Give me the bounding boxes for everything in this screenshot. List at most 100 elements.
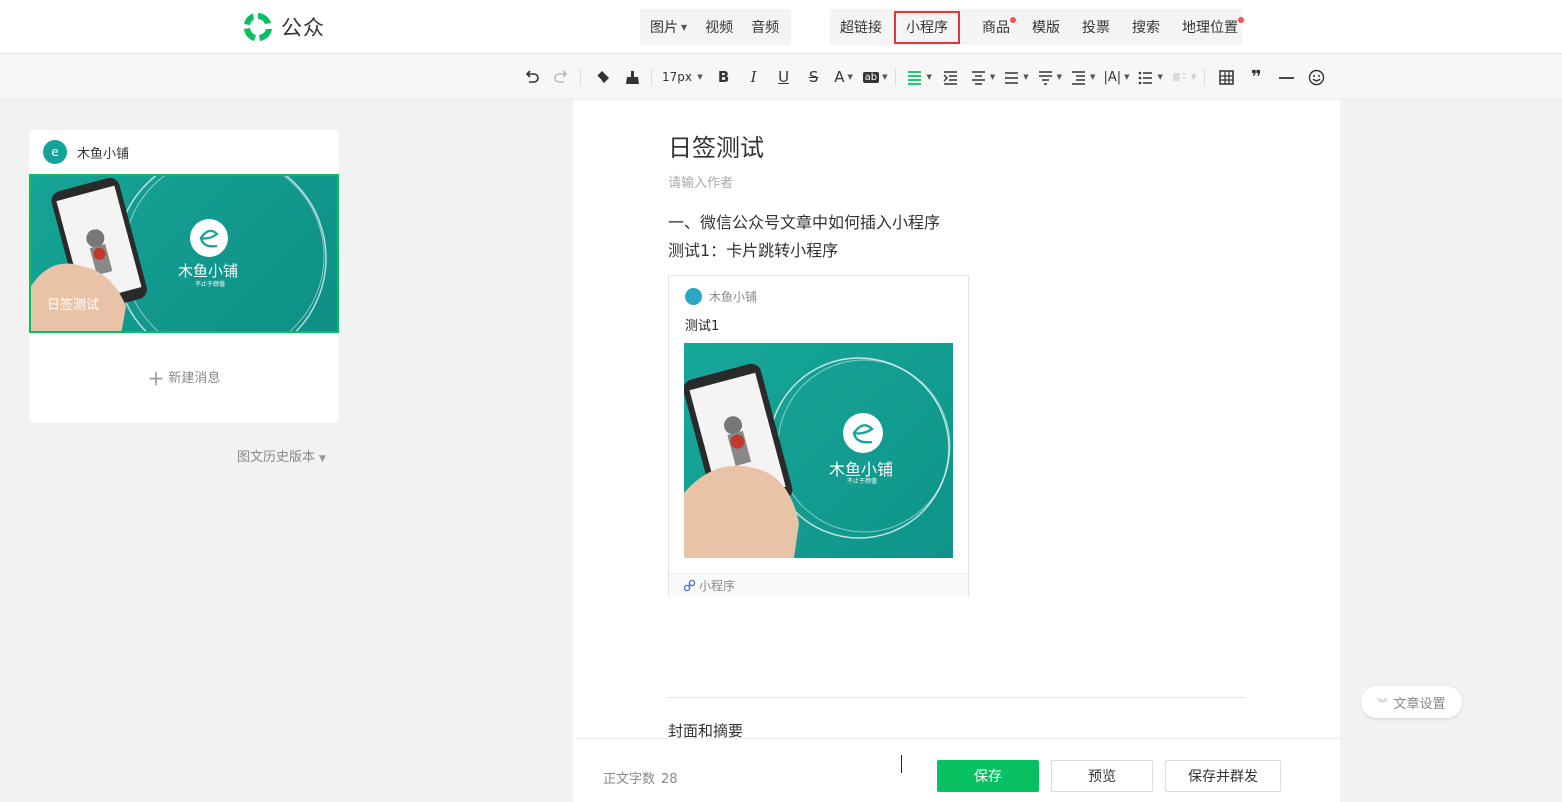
logo-text: 公众 xyxy=(281,16,325,40)
hyperlink-button[interactable]: 超链接 xyxy=(840,11,882,43)
mini-program-card[interactable]: 木鱼小铺 测试1 木鱼小铺 不止于颜值 小程序 xyxy=(668,275,969,597)
undo-button[interactable] xyxy=(520,65,542,89)
caret-down-icon: ▼ xyxy=(847,73,853,81)
image-button[interactable]: 图片 ▼ xyxy=(650,17,687,37)
list-button[interactable]: ▼ xyxy=(1137,65,1163,89)
bold-button[interactable]: B xyxy=(713,65,735,89)
align-center-button[interactable]: ▼ xyxy=(970,65,995,89)
account-name: 木鱼小铺 xyxy=(77,146,130,162)
redo-button[interactable] xyxy=(550,65,572,89)
strikethrough-button[interactable]: S xyxy=(803,65,825,89)
emoji-button[interactable] xyxy=(1305,65,1327,89)
text-indent-button[interactable]: ▼ xyxy=(1070,65,1095,89)
account-header: e 木鱼小铺 xyxy=(29,130,339,174)
product-button[interactable]: 商品 xyxy=(982,11,1016,43)
cover-brand: 木鱼小铺 xyxy=(178,262,239,280)
toolbar-separator xyxy=(895,68,897,86)
vote-button[interactable]: 投票 xyxy=(1082,11,1110,43)
text-indent-icon xyxy=(1072,70,1086,85)
mini-program-title: 测试1 xyxy=(685,319,720,334)
message-list-card: e 木鱼小铺 日签测试 木鱼小铺 不止于颜值 + 新建消息 xyxy=(29,130,339,423)
save-button[interactable]: 保存 xyxy=(937,760,1039,792)
new-dot-badge xyxy=(1238,17,1244,23)
redo-icon xyxy=(553,69,567,83)
template-label: 模版 xyxy=(1032,20,1060,36)
caret-down-icon: ▼ xyxy=(989,73,996,81)
underline-button[interactable]: U xyxy=(773,65,795,89)
mini-program-button[interactable]: 小程序 xyxy=(894,10,960,44)
letter-spacing-icon: |A| xyxy=(1103,69,1122,85)
bottom-action-bar: 正文字数 28 保存 预览 保存并群发 xyxy=(573,738,1340,802)
vote-label: 投票 xyxy=(1082,20,1110,36)
article-title[interactable]: 日签测试 xyxy=(668,128,764,163)
caret-down-icon: ▼ xyxy=(695,73,703,81)
hyperlink-label: 超链接 xyxy=(840,20,882,36)
caret-down-icon: ▼ xyxy=(1023,73,1029,81)
audio-button[interactable]: 音频 xyxy=(751,17,779,37)
article-cover-item[interactable]: 日签测试 木鱼小铺 不止于颜值 xyxy=(29,174,339,333)
search-label: 搜索 xyxy=(1132,20,1160,36)
location-label: 地理位置 xyxy=(1182,20,1238,36)
italic-button[interactable]: I xyxy=(743,65,765,89)
float-button[interactable]: ▼ xyxy=(1171,65,1196,89)
new-message-label: 新建消息 xyxy=(168,371,221,386)
font-size-select[interactable]: 17px ▼ xyxy=(662,65,703,89)
history-versions-dropdown[interactable]: 图文历史版本 ▼ xyxy=(237,446,326,465)
mini-program-avatar xyxy=(685,288,702,305)
toolbar-separator xyxy=(580,68,581,86)
article-editor[interactable]: 日签测试 请输入作者 一、微信公众号文章中如何插入小程序 测试1：卡片跳转小程序… xyxy=(573,100,1340,802)
caret-down-icon: ▼ xyxy=(926,73,932,81)
emoji-icon xyxy=(1308,69,1324,85)
image-label: 图片 xyxy=(650,20,678,36)
article-settings-label: 文章设置 xyxy=(1393,696,1446,712)
eraser-button[interactable] xyxy=(591,65,613,89)
caret-down-icon: ▼ xyxy=(319,454,326,464)
format-painter-button[interactable] xyxy=(621,65,643,89)
line-spacing-icon xyxy=(1005,71,1019,84)
caret-down-icon: ▼ xyxy=(681,22,688,32)
paragraph[interactable]: 测试1：卡片跳转小程序 xyxy=(668,237,838,261)
template-button[interactable]: 模版 xyxy=(1032,11,1060,43)
top-bar: 公众 图片 ▼ 视频 音频 超链接 小程序 商品 模版 投票 搜索 地理位置 xyxy=(0,0,1562,54)
indent-button[interactable] xyxy=(940,65,962,89)
video-button[interactable]: 视频 xyxy=(705,17,733,37)
cover-title: 日签测试 xyxy=(47,298,100,313)
line-height-button[interactable]: ▼ xyxy=(1003,65,1029,89)
section-divider xyxy=(668,697,1246,698)
word-count: 正文字数 28 xyxy=(603,768,678,787)
table-icon xyxy=(1219,69,1234,85)
font-color-button[interactable]: A ▼ xyxy=(833,65,855,89)
letter-spacing-button[interactable]: |A| ▼ xyxy=(1103,65,1129,89)
mini-program-name: 木鱼小铺 xyxy=(709,290,758,304)
align-justify-button[interactable]: ▼ xyxy=(906,65,932,89)
location-button[interactable]: 地理位置 xyxy=(1182,11,1244,43)
text-cursor xyxy=(901,755,902,773)
new-dot-badge xyxy=(1010,17,1016,23)
caret-down-icon: ▼ xyxy=(1190,73,1197,81)
paragraph-spacing-button[interactable]: ▼ xyxy=(1037,65,1062,89)
quote-button[interactable]: ❞ xyxy=(1245,65,1267,89)
logo: 公众 xyxy=(241,10,325,44)
background-color-button[interactable]: ab ▼ xyxy=(862,65,888,89)
highlight-icon: ab xyxy=(862,71,880,83)
author-input[interactable]: 请输入作者 xyxy=(668,172,733,191)
account-avatar: e xyxy=(43,140,67,164)
save-and-publish-button[interactable]: 保存并群发 xyxy=(1165,760,1281,792)
article-settings-button[interactable]: ︾ 文章设置 xyxy=(1361,686,1462,718)
paragraph-spacing-icon xyxy=(1038,70,1052,85)
preview-button[interactable]: 预览 xyxy=(1051,760,1153,792)
mini-program-image: 木鱼小铺 不止于颜值 xyxy=(684,343,953,558)
paragraph[interactable]: 一、微信公众号文章中如何插入小程序 xyxy=(668,209,940,233)
toolbar-separator xyxy=(1204,68,1206,86)
card-slogan: 不止于颜值 xyxy=(847,478,878,485)
eraser-icon xyxy=(596,70,609,83)
divider-button[interactable] xyxy=(1275,65,1297,89)
caret-down-icon: ▼ xyxy=(1090,73,1096,81)
mini-program-picture xyxy=(684,357,951,558)
table-button[interactable] xyxy=(1215,65,1237,89)
new-message-button[interactable]: + 新建消息 xyxy=(29,366,339,390)
caret-down-icon: ▼ xyxy=(882,73,888,81)
word-count-label: 正文字数 xyxy=(603,772,656,787)
search-button[interactable]: 搜索 xyxy=(1132,11,1160,43)
list-icon xyxy=(1139,71,1153,84)
